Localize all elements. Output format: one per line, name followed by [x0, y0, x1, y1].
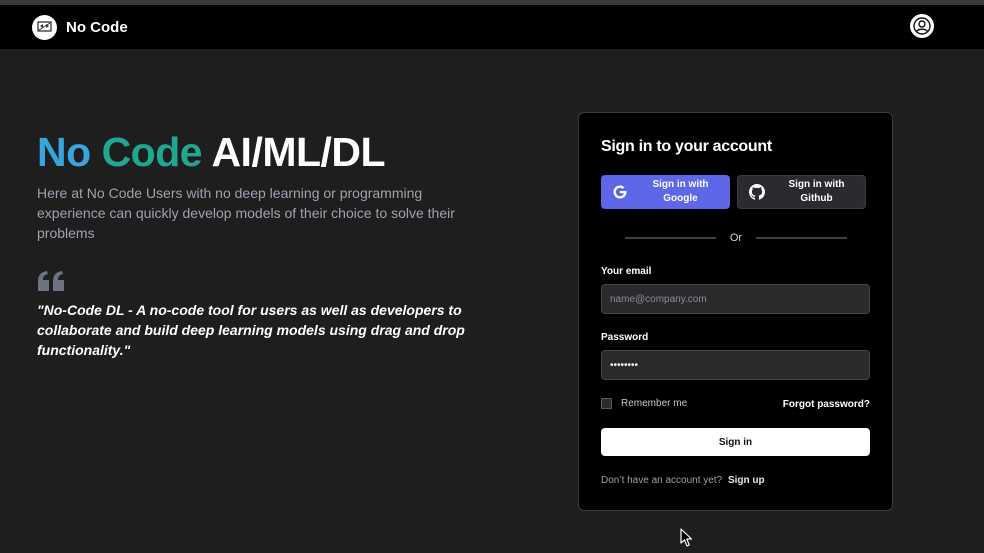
brand-link[interactable]: No Code: [32, 14, 128, 40]
divider-text: Or: [729, 232, 743, 244]
forgot-password-link[interactable]: Forgot password?: [783, 399, 870, 410]
brand-name: No Code: [66, 18, 128, 36]
email-field[interactable]: [601, 284, 870, 314]
remember-me-checkbox[interactable]: [601, 398, 612, 409]
user-avatar-icon[interactable]: [910, 14, 934, 38]
navbar: No Code: [0, 5, 984, 49]
hero-title: No Code AI/ML/DL: [37, 128, 477, 176]
google-signin-button[interactable]: Sign in with Google: [601, 175, 730, 209]
signin-button[interactable]: Sign in: [601, 428, 870, 456]
title-no: No: [37, 129, 91, 175]
remember-me: Remember me: [601, 398, 687, 409]
password-label: Password: [601, 332, 649, 343]
remember-me-label: Remember me: [621, 398, 688, 409]
divider-line-right: [756, 237, 847, 239]
social-buttons: Sign in with Google Sign in with Github: [601, 175, 866, 209]
github-signin-label: Sign in with Github: [788, 179, 845, 204]
signup-prompt: Don’t have an account yet?: [601, 475, 723, 486]
password-field[interactable]: [601, 350, 870, 380]
hero-section: No Code AI/ML/DL Here at No Code Users w…: [37, 128, 477, 360]
cursor-icon: [680, 528, 694, 548]
google-signin-label: Sign in with Google: [652, 179, 709, 204]
signin-card: Sign in to your account Sign in with Goo…: [578, 112, 893, 511]
quote-icon: [37, 270, 65, 292]
google-icon: [601, 184, 639, 200]
signup-link[interactable]: Sign up: [728, 475, 765, 486]
logo-icon: [32, 14, 57, 40]
or-divider: Or: [625, 232, 847, 244]
divider-line-left: [625, 237, 716, 239]
hero-description: Here at No Code Users with no deep learn…: [37, 185, 455, 241]
signup-row: Don’t have an account yet? Sign up: [601, 475, 765, 486]
title-code: Code: [101, 129, 203, 175]
github-icon: [738, 184, 776, 200]
email-label: Your email: [601, 266, 652, 277]
github-signin-button[interactable]: Sign in with Github: [737, 175, 866, 209]
title-ai-ml-dl: AI/ML/DL: [211, 129, 386, 175]
signin-title: Sign in to your account: [601, 138, 772, 155]
hero-quote: "No-Code DL - A no-code tool for users a…: [37, 302, 465, 358]
